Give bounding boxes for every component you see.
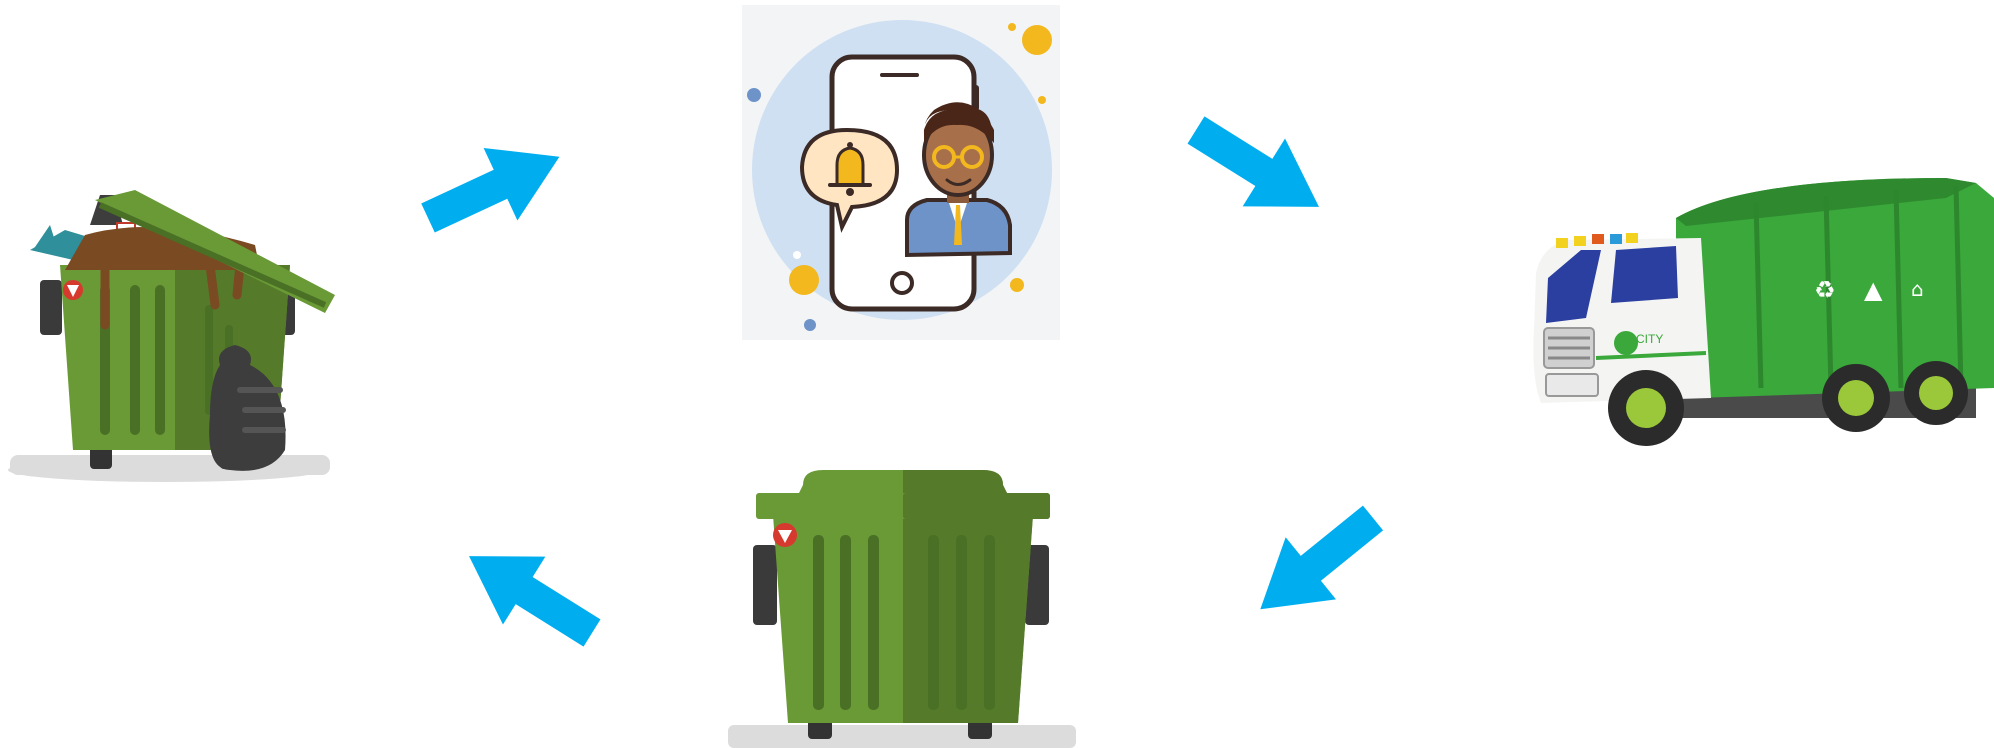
- arrow-truck-to-empty-bin: [1235, 486, 1399, 641]
- garbage-truck-icon: ♻ ▲ ⌂ CITY: [1533, 178, 1994, 446]
- svg-text:⌂: ⌂: [1911, 277, 1924, 301]
- svg-text:♻: ♻: [1814, 276, 1836, 304]
- svg-text:▲: ▲: [1864, 276, 1883, 304]
- arrow-empty-bin-to-full-bin: [447, 522, 614, 667]
- overflowing-dumpster-icon: [8, 190, 335, 482]
- recycling-cycle-diagram: ♻ ▲ ⌂ CITY: [0, 0, 1994, 748]
- arrow-notification-to-truck: [1174, 96, 1341, 241]
- arrow-bin-to-notification: [411, 120, 577, 255]
- phone-notification-icon: [742, 5, 1060, 340]
- truck-city-label: CITY: [1636, 332, 1663, 346]
- empty-dumpster-icon: [728, 470, 1076, 748]
